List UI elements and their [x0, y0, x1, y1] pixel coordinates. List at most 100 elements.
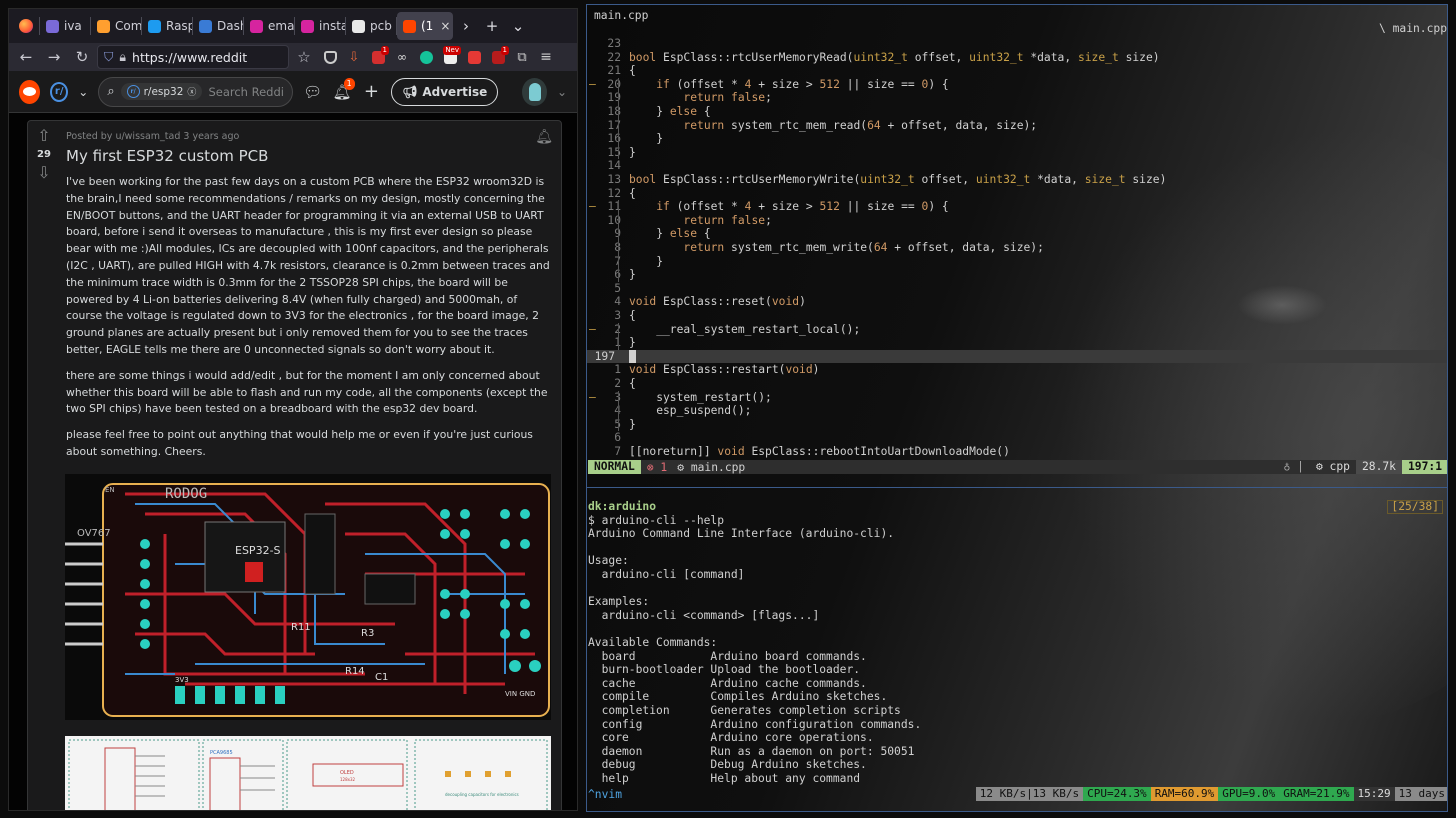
code-line[interactable]: 7 [[noreturn]] void EspClass::rebootIntoU… [587, 445, 1447, 459]
code-text: } [629, 417, 636, 431]
pcb-label: ESP32-S [235, 544, 281, 557]
bell-icon[interactable]: 🔔︎ 1 [332, 77, 355, 103]
pane-divider[interactable] [587, 487, 1447, 488]
close-tab-icon[interactable]: × [440, 19, 450, 33]
code-line[interactable]: 6 [587, 431, 1447, 445]
glasses-extension-icon[interactable]: ∞ [391, 46, 413, 68]
adblock-extension-icon[interactable]: 1 [367, 46, 389, 68]
code-line[interactable]: 2{ [587, 377, 1447, 391]
advertise-button[interactable]: 📢︎ Advertise [391, 77, 499, 106]
downvote-icon[interactable]: ⇩ [37, 164, 50, 182]
chat-icon[interactable]: 💬︎ [303, 81, 322, 103]
extensions-puzzle-icon[interactable]: ⧉ [511, 46, 533, 68]
shell-line: $ arduino-cli --help [588, 513, 725, 527]
chevron-down-icon[interactable]: ⌄ [557, 85, 567, 99]
tab-label: pcb [370, 19, 392, 33]
code-line[interactable]: 23 [587, 37, 1447, 51]
firefox-icon[interactable] [13, 13, 39, 39]
chevron-right-icon[interactable]: › [453, 13, 479, 39]
pocket-icon[interactable] [319, 46, 341, 68]
upvote-icon[interactable]: ⇧ [37, 127, 50, 145]
browser-tab[interactable]: Com [91, 12, 141, 40]
browser-tab[interactable]: iva [40, 12, 90, 40]
post-title[interactable]: My first ESP32 custom PCB [66, 147, 556, 165]
line-number: 17 [607, 118, 621, 132]
code-line[interactable]: 12 { [587, 187, 1447, 201]
code-line[interactable]: 22 bool EspClass::rtcUserMemoryRead(uint3… [587, 51, 1447, 65]
code-line[interactable]: 1 void EspClass::restart(void) [587, 363, 1447, 377]
shell-line: arduino-cli <command> [flags...] [588, 608, 820, 622]
code-line[interactable]: 4 void EspClass::reset(void) [587, 295, 1447, 309]
youtube-extension-icon[interactable] [463, 46, 485, 68]
error-count: ⊗ 1 [646, 460, 668, 474]
code-line[interactable]: 5 [587, 282, 1447, 296]
code-text: } [629, 268, 636, 282]
code-line[interactable]: 3{ [587, 309, 1447, 323]
search-community-chip[interactable]: r/ r/esp32 ⓧ [120, 83, 203, 100]
code-line[interactable]: 10 return false; [587, 214, 1447, 228]
code-line[interactable]: 8 return system_rtc_mem_write(64 + offse… [587, 241, 1447, 255]
pcb-image[interactable]: RODOG ESP32-S R14 C1 R11 R3 VIN GND 3V3 … [65, 474, 551, 720]
search-input[interactable]: ⌕ r/ r/esp32 ⓧ Search Reddi [98, 76, 293, 107]
code-line[interactable]: 19 return false; [587, 91, 1447, 105]
tab-favicon-icon [301, 19, 314, 33]
code-text: { [629, 377, 636, 390]
code-line[interactable]: –11 if (offset * 4 + size > 512 || size … [587, 200, 1447, 214]
reload-icon[interactable]: ↻ [69, 45, 95, 69]
code-line[interactable]: –20 if (offset * 4 + size > 512 || size … [587, 78, 1447, 92]
line-number: 1 [614, 363, 621, 377]
download-icon[interactable]: ⇩ [343, 46, 365, 68]
code-line[interactable]: –3 system_restart(); [587, 391, 1447, 405]
grammarly-extension-icon[interactable] [415, 46, 437, 68]
code-line[interactable]: –2 __real_system_restart_local(); [587, 323, 1447, 337]
forward-icon[interactable]: → [41, 45, 67, 69]
browser-tab[interactable]: pcb [346, 12, 396, 40]
code-line[interactable]: 7 } [587, 255, 1447, 269]
browser-tab[interactable]: ema [244, 12, 294, 40]
code-line[interactable]: 9 } else { [587, 227, 1447, 241]
back-icon[interactable]: ← [13, 45, 39, 69]
code-line[interactable]: 197 [587, 349, 1447, 364]
code-line[interactable]: 14 [587, 159, 1447, 173]
url-bar[interactable]: ⛉ 🔒︎ https://www.reddit [97, 45, 289, 69]
schematic-image[interactable]: PCA9685 OLED 128x32 decoupling capacitor… [65, 736, 551, 810]
svg-text:128x32: 128x32 [340, 777, 356, 782]
ram-usage: RAM=60.9% [1150, 787, 1219, 801]
browser-tab[interactable]: insta [295, 12, 345, 40]
browser-tab[interactable]: (1 × [397, 12, 453, 40]
code-line[interactable]: 13 bool EspClass::rtcUserMemoryWrite(uint… [587, 173, 1447, 187]
shell-line: Arduino Command Line Interface (arduino-… [588, 527, 895, 541]
close-icon[interactable]: ⓧ [187, 85, 196, 98]
red-extension-icon[interactable]: 1 [487, 46, 509, 68]
code-line[interactable]: 18 } else { [587, 105, 1447, 119]
code-text: } [629, 336, 636, 350]
chevron-down-icon[interactable]: ⌄ [505, 13, 531, 39]
svg-text:decoupling capacitors for elec: decoupling capacitors for electronics [445, 792, 519, 797]
code-line[interactable]: 5} [587, 417, 1447, 432]
browser-tab[interactable]: Dash [193, 12, 243, 40]
nvim-editor[interactable]: main.cpp \ main.cpp 23 22 bool EspClass::r… [587, 5, 1447, 475]
code-line[interactable]: 6} [587, 268, 1447, 282]
code-line[interactable]: 21 { [587, 64, 1447, 78]
avatar[interactable] [522, 77, 547, 106]
code-line[interactable]: 16 } [587, 132, 1447, 146]
new-tab-icon[interactable]: + [479, 13, 505, 39]
tmux-window-nvim[interactable]: ^nvim [587, 788, 622, 801]
code-line[interactable]: 1} [587, 336, 1447, 350]
browser-tab[interactable]: Rasp [142, 12, 192, 40]
plus-icon[interactable]: + [362, 81, 381, 103]
code-line[interactable]: 17 return system_rtc_mem_read(64 + offse… [587, 118, 1447, 133]
line-number: 4 [614, 295, 621, 309]
code-line[interactable]: 4 esp_suspend(); [587, 404, 1447, 418]
new-extension-icon[interactable]: Nev [439, 46, 461, 68]
code-line[interactable]: 15} [587, 146, 1447, 160]
reddit-logo-icon[interactable] [19, 79, 41, 104]
status-filename: ⚙ main.cpp [677, 460, 746, 474]
chevron-down-icon[interactable]: ⌄ [78, 85, 88, 99]
menu-icon[interactable]: ≡ [535, 46, 557, 68]
mode-indicator: NORMAL [588, 460, 641, 474]
community-icon[interactable]: r/ [50, 81, 69, 102]
shell-pane[interactable]: dk:arduino $ arduino-cli --help Arduino C… [587, 500, 1447, 800]
bookmark-star-icon[interactable]: ☆ [291, 45, 317, 69]
shell-line: help Help about any command [588, 772, 861, 785]
